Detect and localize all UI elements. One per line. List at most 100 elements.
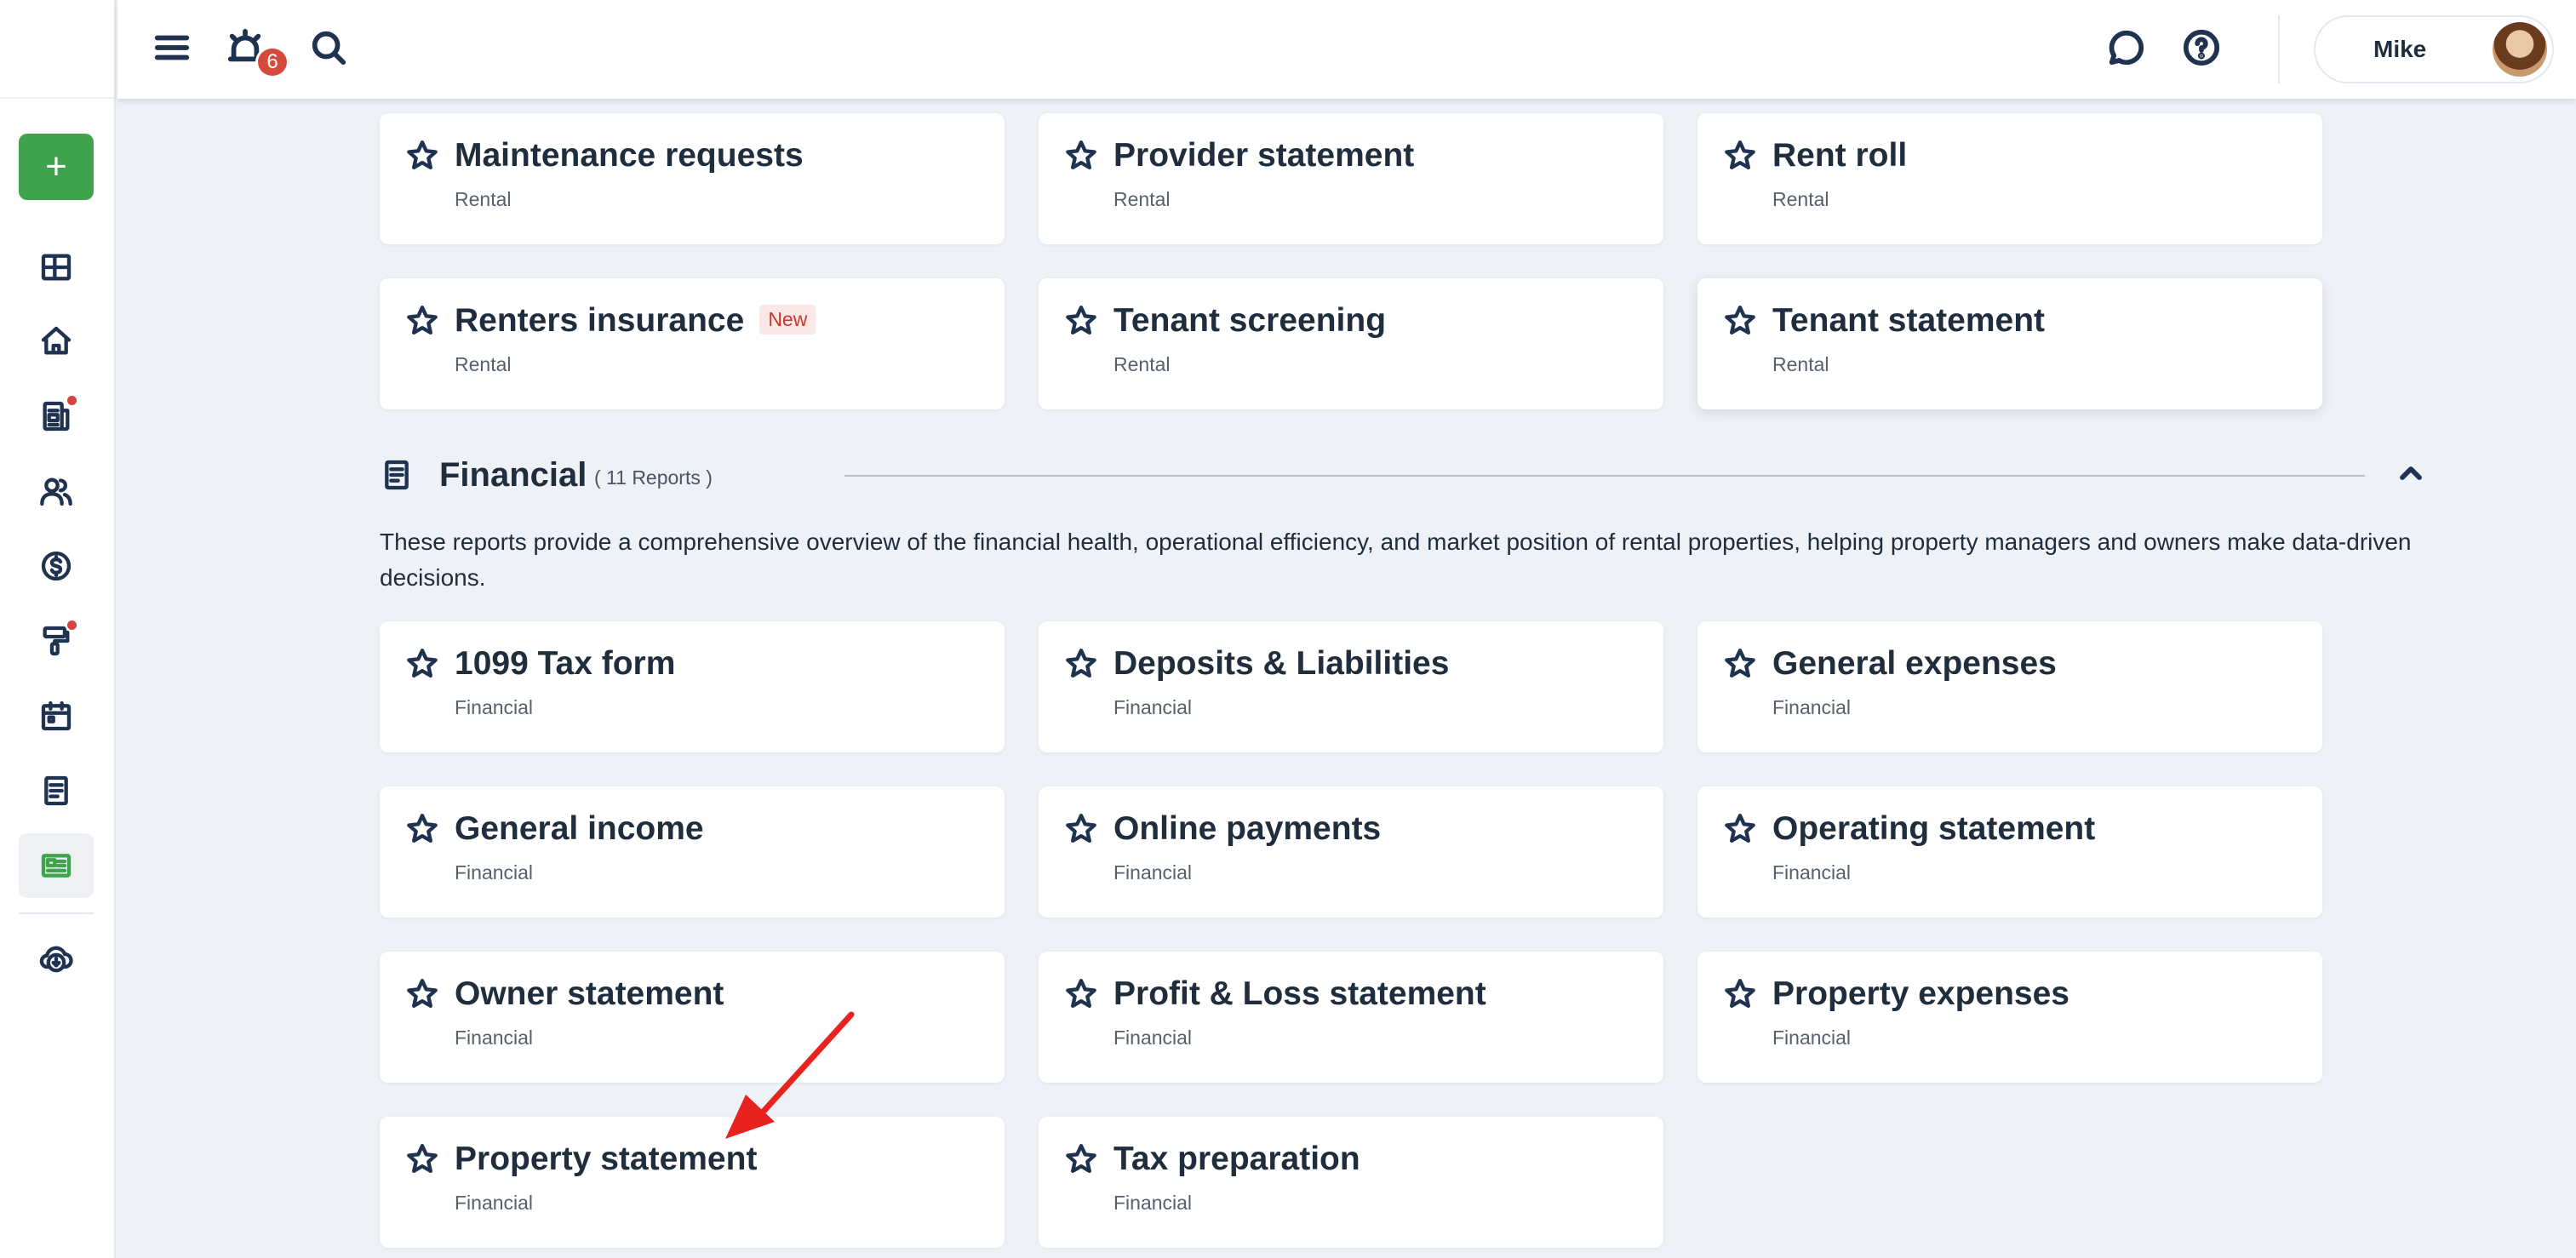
report-card-renters-insurance[interactable]: Renters insurance New Rental (380, 278, 1005, 409)
report-title: Maintenance requests (455, 137, 804, 174)
report-card-property-expenses[interactable]: Property expenses Financial (1697, 952, 2322, 1083)
report-title: Tenant screening (1113, 302, 1387, 339)
report-category: Rental (1772, 353, 1829, 375)
report-category: Rental (1772, 188, 1829, 210)
favorite-star-icon[interactable] (405, 1142, 439, 1176)
favorite-star-icon[interactable] (1064, 304, 1098, 338)
report-title: Profit & Loss statement (1113, 975, 1486, 1012)
report-card-1099-tax-form[interactable]: 1099 Tax form Financial (380, 621, 1005, 752)
chevron-up-icon (2400, 466, 2422, 480)
favorite-star-icon[interactable] (405, 304, 439, 338)
report-card-operating-statement[interactable]: Operating statement Financial (1697, 786, 2322, 918)
sidebar-divider (19, 912, 94, 914)
section-divider (844, 475, 2365, 477)
report-category: Financial (1113, 1192, 1193, 1214)
favorite-star-icon[interactable] (405, 812, 439, 846)
sidebar-item-leases[interactable] (19, 384, 94, 449)
report-card-deposits-liabilities[interactable]: Deposits & Liabilities Financial (1039, 621, 1663, 752)
report-card-tenant-screening[interactable]: Tenant screening Rental (1039, 278, 1663, 409)
favorite-star-icon[interactable] (1064, 1142, 1098, 1176)
favorite-star-icon[interactable] (1723, 812, 1757, 846)
sidebar-item-downloads[interactable] (19, 926, 94, 991)
sidebar-item-people[interactable] (19, 459, 94, 523)
favorite-star-icon[interactable] (1064, 139, 1098, 173)
report-category: Financial (1113, 696, 1193, 718)
report-card-rent-roll[interactable]: Rent roll Rental (1697, 113, 2322, 244)
favorite-star-icon[interactable] (1723, 977, 1757, 1011)
section-title: Financial (439, 456, 587, 494)
user-menu[interactable]: Mike (2314, 15, 2554, 83)
menu-toggle[interactable] (150, 26, 194, 70)
report-title: Deposits & Liabilities (1113, 645, 1450, 682)
report-category: Financial (455, 1192, 534, 1214)
top-bar: 6 Mike (117, 0, 2576, 99)
report-category: Rental (1113, 188, 1171, 210)
report-title: Provider statement (1113, 137, 1415, 174)
help-icon (2183, 29, 2220, 66)
favorite-star-icon[interactable] (1723, 304, 1757, 338)
document-icon (44, 775, 68, 806)
sidebar: + (0, 0, 116, 1258)
report-card-provider-statement[interactable]: Provider statement Rental (1039, 113, 1663, 244)
favorite-star-icon[interactable] (405, 977, 439, 1011)
new-badge: New (759, 305, 816, 335)
favorite-star-icon[interactable] (1723, 647, 1757, 681)
messages-button[interactable] (2104, 26, 2149, 70)
help-button[interactable] (2179, 26, 2224, 70)
favorite-star-icon[interactable] (405, 647, 439, 681)
chat-bubble-icon (2109, 30, 2144, 66)
report-title: Rent roll (1772, 137, 1908, 174)
favorite-star-icon[interactable] (1064, 977, 1098, 1011)
report-title: Tenant statement (1772, 302, 2045, 339)
report-card-tax-preparation[interactable]: Tax preparation Financial (1039, 1117, 1663, 1248)
search-button[interactable] (306, 26, 351, 70)
sidebar-item-properties[interactable] (19, 309, 94, 374)
report-card-maintenance-requests[interactable]: Maintenance requests Rental (380, 113, 1005, 244)
maintenance-icon (43, 626, 70, 656)
report-title: Renters insurance New (455, 302, 816, 340)
report-card-general-expenses[interactable]: General expenses Financial (1697, 621, 2322, 752)
report-category: Financial (1113, 861, 1193, 883)
add-new-button[interactable]: + (19, 134, 94, 200)
sidebar-item-reports[interactable] (19, 833, 94, 898)
favorite-star-icon[interactable] (1064, 647, 1098, 681)
hamburger-icon (154, 35, 190, 60)
report-card-tenant-statement[interactable]: Tenant statement Rental (1697, 278, 2322, 409)
report-card-online-payments[interactable]: Online payments Financial (1039, 786, 1663, 918)
report-card-general-income[interactable]: General income Financial (380, 786, 1005, 918)
favorite-star-icon[interactable] (1064, 812, 1098, 846)
report-card-owner-statement[interactable]: Owner statement Financial (380, 952, 1005, 1083)
financial-section-header: Financial ( 11 Reports ) (380, 449, 2457, 500)
report-title-text: Renters insurance (455, 302, 745, 339)
dashboard-icon (41, 254, 72, 281)
dollar-icon (41, 551, 72, 581)
download-icon (39, 946, 73, 973)
people-icon (40, 477, 72, 506)
reports-icon (41, 854, 72, 878)
notification-count-badge: 6 (255, 46, 289, 78)
report-category: Financial (1772, 861, 1852, 883)
report-card-property-statement[interactable]: Property statement Financial (380, 1117, 1005, 1248)
sidebar-item-accounting[interactable] (19, 534, 94, 598)
calendar-icon (41, 700, 72, 731)
favorite-star-icon[interactable] (405, 139, 439, 173)
sidebar-item-dashboard[interactable] (19, 235, 94, 300)
sidebar-item-calendar[interactable] (19, 683, 94, 748)
report-card-profit-loss-statement[interactable]: Profit & Loss statement Financial (1039, 952, 1663, 1083)
sidebar-item-documents[interactable] (19, 758, 94, 823)
report-title: Online payments (1113, 810, 1382, 847)
avatar (2493, 22, 2547, 77)
search-icon (312, 31, 346, 66)
sidebar-item-maintenance[interactable] (19, 609, 94, 673)
report-category: Rental (455, 188, 512, 210)
topbar-divider (2278, 15, 2280, 83)
sidebar-logo-area (0, 0, 114, 99)
favorite-star-icon[interactable] (1723, 139, 1757, 173)
notification-dot (67, 396, 77, 405)
report-title: Owner statement (455, 975, 724, 1012)
document-icon (380, 458, 414, 492)
report-title: Property statement (455, 1141, 758, 1177)
report-title: 1099 Tax form (455, 645, 676, 682)
collapse-section-button[interactable] (2394, 456, 2431, 494)
report-category: Financial (1772, 1026, 1852, 1049)
